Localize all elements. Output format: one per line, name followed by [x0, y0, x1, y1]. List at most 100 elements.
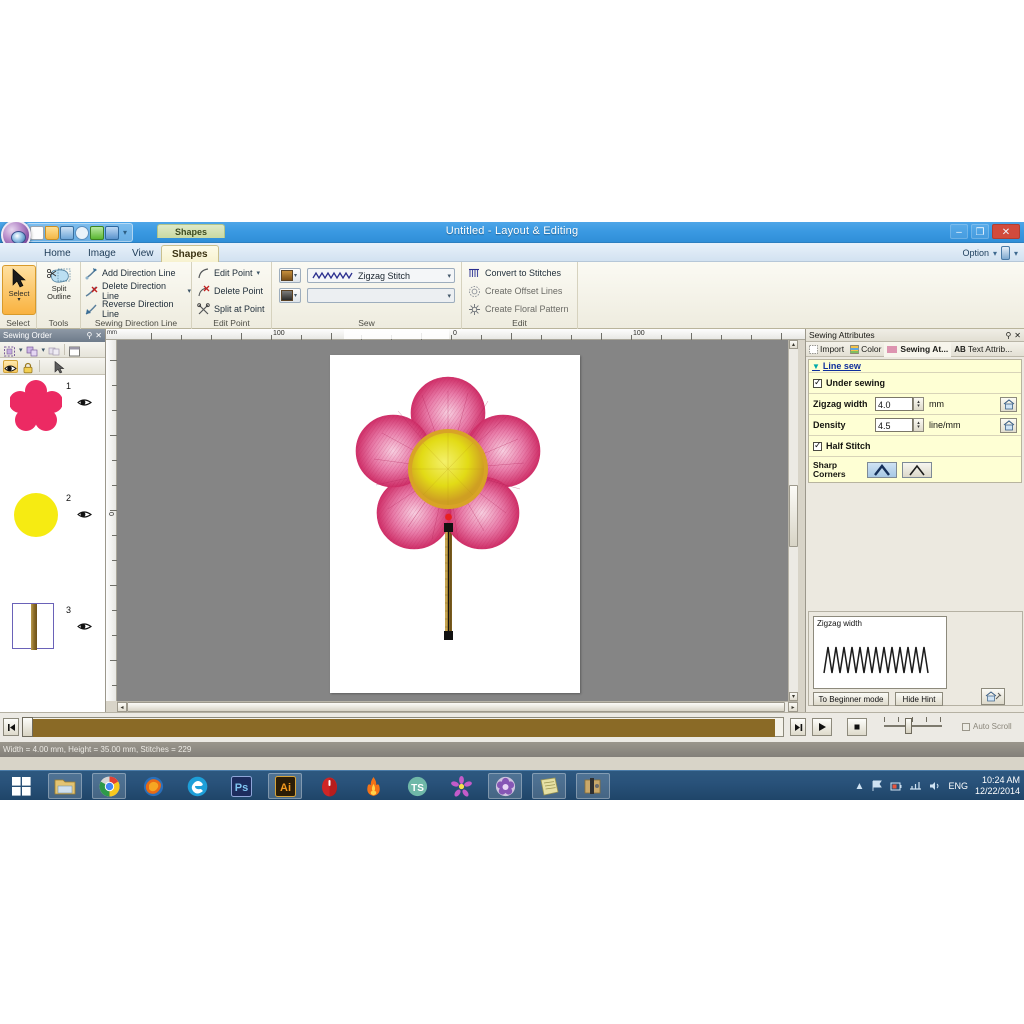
lock-icon[interactable]	[21, 360, 36, 373]
volume-icon[interactable]	[929, 780, 941, 792]
delete-direction-line-button[interactable]: Delete Direction Line ▾	[85, 281, 191, 301]
redo-icon[interactable]	[105, 225, 119, 240]
auto-scroll-checkbox[interactable]	[962, 722, 970, 731]
canvas-horizontal-scrollbar[interactable]: ◂ ▸	[117, 701, 798, 712]
help-icon[interactable]	[1000, 246, 1010, 260]
to-beginner-mode-button[interactable]: To Beginner mode	[813, 692, 889, 706]
merge-objects-icon[interactable]	[47, 343, 62, 356]
line-stitch-caret-icon[interactable]: ▾	[447, 272, 451, 280]
chevron-down-icon-2[interactable]: ▾	[1014, 249, 1018, 258]
delete-point-button[interactable]: Delete Point	[197, 284, 263, 298]
select-tool-button[interactable]: Select ▾	[2, 265, 36, 315]
group-caret-icon[interactable]: ▾	[42, 346, 46, 354]
zigzag-width-stepper[interactable]: ▴ ▾	[913, 397, 924, 411]
view-mode-icon[interactable]	[67, 343, 82, 357]
create-offset-lines-button[interactable]: Create Offset Lines	[468, 284, 562, 298]
line-color-caret-icon[interactable]: ▾	[294, 272, 297, 279]
hint-settings-button[interactable]	[981, 688, 1005, 705]
list-item[interactable]: 1	[0, 375, 105, 431]
language-indicator[interactable]: ENG	[948, 781, 968, 791]
new-file-icon[interactable]	[30, 225, 44, 240]
density-stepper[interactable]: ▴ ▾	[913, 418, 924, 432]
chevron-down-icon[interactable]: ▾	[993, 249, 997, 258]
pin-icon[interactable]: ⚲	[86, 331, 92, 340]
density-row[interactable]: Density 4.5 ▴ ▾ line/mm	[809, 414, 1021, 435]
scroll-left-arrow[interactable]: ◂	[117, 702, 127, 712]
battery-icon[interactable]	[890, 780, 902, 792]
object-thumbnail-stem-selected[interactable]	[12, 603, 54, 650]
zigzag-width-input[interactable]: 4.0	[875, 397, 913, 411]
play-button[interactable]	[812, 718, 832, 736]
tab-image[interactable]: Image	[78, 245, 126, 262]
tool-icon[interactable]	[576, 773, 610, 799]
scroll-v-thumb[interactable]	[789, 485, 798, 547]
zigzag-width-row[interactable]: Zigzag width 4.0 ▴ ▾ mm	[809, 393, 1021, 414]
notes-icon[interactable]	[532, 773, 566, 799]
clock[interactable]: 10:24 AM 12/22/2014	[975, 775, 1020, 797]
sharp-corners-row[interactable]: Sharp Corners	[809, 456, 1021, 482]
tab-color[interactable]: Color	[847, 342, 884, 357]
firefox-icon[interactable]	[136, 773, 170, 799]
tab-import[interactable]: Import	[806, 342, 847, 357]
stop-button[interactable]	[847, 718, 867, 736]
maximize-button[interactable]: ❐	[971, 224, 989, 239]
close-button[interactable]: ✕	[992, 224, 1020, 239]
illustrator-icon[interactable]: Ai	[268, 773, 302, 799]
context-tab-shapes[interactable]: Shapes	[157, 224, 225, 238]
sharp-corner-on-button[interactable]	[867, 461, 897, 478]
list-item[interactable]: 3	[0, 599, 105, 655]
tray-expand-chevron-icon[interactable]: ▲	[855, 781, 865, 792]
convert-to-stitches-button[interactable]: Convert to Stitches	[468, 266, 561, 280]
purple-flower-icon[interactable]	[488, 773, 522, 799]
select-all-caret-icon[interactable]: ▾	[19, 346, 23, 354]
pink-flower-icon[interactable]	[444, 773, 478, 799]
auto-scroll-checkbox-group[interactable]: Auto Scroll	[962, 722, 1012, 731]
flame-icon[interactable]	[356, 773, 390, 799]
network-icon[interactable]	[909, 780, 922, 792]
tab-view[interactable]: View	[122, 245, 164, 262]
chrome-icon[interactable]	[92, 773, 126, 799]
speed-slider-track[interactable]	[884, 725, 942, 727]
mouse-recorder-icon[interactable]	[312, 773, 346, 799]
region-stitch-type-combo[interactable]: ▾	[307, 288, 455, 303]
density-reset-button[interactable]	[1000, 417, 1017, 433]
qat-overflow-icon[interactable]: ▾	[123, 228, 127, 237]
forward-button[interactable]	[790, 718, 806, 736]
line-sew-header[interactable]: ▼ Line sew	[809, 360, 1021, 372]
rewind-button[interactable]	[3, 718, 19, 736]
save-icon[interactable]	[60, 225, 74, 240]
pin-icon-right[interactable]: ⚲	[1005, 331, 1011, 340]
tab-text-attributes[interactable]: AB Text Attrib...	[951, 342, 1015, 357]
split-at-point-button[interactable]: Split at Point	[197, 302, 265, 316]
quick-access-toolbar[interactable]: ▾	[26, 223, 134, 242]
close-icon-right[interactable]: ✕	[1014, 331, 1021, 340]
playback-handle[interactable]	[22, 717, 33, 737]
zoom-icon[interactable]	[75, 225, 89, 240]
hide-hint-button[interactable]: Hide Hint	[895, 692, 943, 706]
eye-icon[interactable]	[77, 621, 93, 632]
visibility-toggle-icon[interactable]	[3, 359, 18, 373]
region-color-caret-icon[interactable]: ▾	[294, 292, 297, 299]
create-floral-pattern-button[interactable]: Create Floral Pattern	[468, 302, 569, 316]
option-menu[interactable]: Option ▾ ▾	[962, 246, 1018, 260]
sharp-corner-off-button[interactable]	[902, 461, 932, 478]
list-item[interactable]: 2	[0, 487, 105, 543]
close-icon[interactable]: ✕	[95, 331, 102, 340]
add-direction-line-button[interactable]: Add Direction Line	[85, 266, 176, 280]
delete-direction-line-caret-icon[interactable]: ▾	[187, 287, 191, 295]
region-stitch-caret-icon[interactable]: ▾	[447, 292, 451, 300]
tab-sewing-attributes[interactable]: Sewing At...	[884, 341, 952, 357]
group-objects-icon[interactable]	[25, 343, 40, 357]
minimize-button[interactable]: –	[950, 224, 968, 239]
reverse-direction-line-button[interactable]: Reverse Direction Line	[85, 299, 191, 319]
half-stitch-checkbox[interactable]	[813, 440, 822, 451]
edge-icon[interactable]	[180, 773, 214, 799]
split-outline-button[interactable]: Split Outline	[42, 265, 76, 315]
file-explorer-icon[interactable]	[48, 773, 82, 799]
canvas-vertical-scrollbar[interactable]: ▴ ▾	[788, 340, 798, 701]
tab-shapes[interactable]: Shapes	[161, 245, 219, 262]
scroll-right-arrow[interactable]: ▸	[788, 702, 798, 712]
open-file-icon[interactable]	[45, 225, 59, 240]
design-canvas[interactable]	[117, 340, 798, 701]
eye-icon[interactable]	[77, 397, 93, 408]
